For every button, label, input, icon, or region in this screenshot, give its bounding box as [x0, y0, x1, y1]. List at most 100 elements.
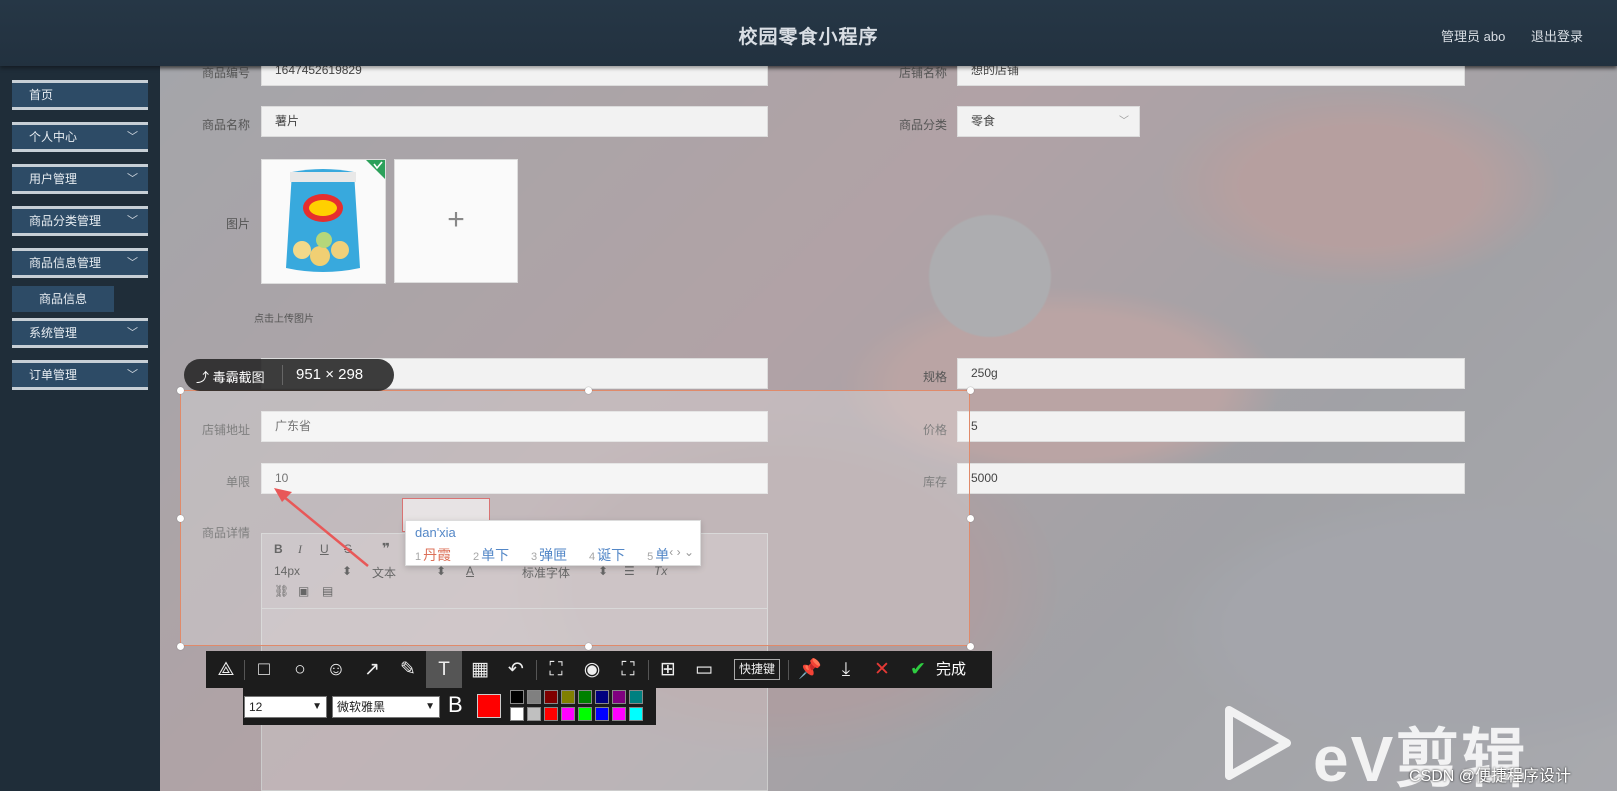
- divider: [244, 660, 245, 680]
- chips-bag-image: [286, 160, 385, 272]
- download-icon[interactable]: ⤓: [828, 651, 864, 688]
- bold-toggle[interactable]: B: [448, 692, 463, 718]
- spec-field[interactable]: 250g: [957, 358, 1465, 389]
- sidebar-item-order-management[interactable]: 订单管理 ﹀: [12, 360, 148, 390]
- shapes-icon[interactable]: ⟁: [208, 651, 244, 688]
- chevron-down-icon: ﹀: [1119, 116, 1129, 127]
- color-swatch[interactable]: [629, 707, 643, 721]
- sidebar-item-label: 商品分类管理: [29, 214, 102, 228]
- sidebar: 首页 个人中心 ﹀ 用户管理 ﹀ 商品分类管理 ﹀ 商品信息管理 ﹀ 商品信息 系统管理…: [0, 66, 160, 791]
- rectangle-icon[interactable]: □: [246, 651, 282, 688]
- resize-handle[interactable]: [585, 387, 592, 394]
- sidebar-item-personal-center[interactable]: 个人中心 ﹀: [12, 122, 148, 152]
- code-label: 商品编号: [201, 66, 250, 80]
- marker-icon[interactable]: ✎: [390, 651, 426, 688]
- resize-handle[interactable]: [177, 643, 184, 650]
- font-family-dropdown[interactable]: 微软雅黑 ▼: [332, 696, 440, 718]
- category-select-value: 零食: [971, 114, 996, 128]
- current-color-swatch[interactable]: [477, 694, 501, 718]
- color-swatch[interactable]: [561, 707, 575, 721]
- color-swatch[interactable]: [544, 707, 558, 721]
- color-swatch[interactable]: [510, 690, 524, 704]
- capture-toolbar: ⟁ □ ○ ☺ ↗ ✎ T ▦ ↶ ⛶ ◉ ⛶ ⊞ ▭ 快捷键 📌 ⤓ ✕ ✔ …: [206, 651, 992, 688]
- screenshot-selection[interactable]: [180, 390, 970, 646]
- sidebar-item-home[interactable]: 首页: [12, 80, 148, 110]
- ocr-icon[interactable]: ⛶: [538, 651, 574, 688]
- capture-brand-label: 毒霸截图: [212, 370, 265, 385]
- resize-handle[interactable]: [177, 387, 184, 394]
- admin-label: 管理员 abo: [1441, 29, 1506, 44]
- divider: [536, 660, 537, 680]
- color-swatch[interactable]: [595, 690, 609, 704]
- font-family-value: 微软雅黑: [337, 700, 386, 714]
- sidebar-item-label: 个人中心: [29, 130, 78, 144]
- category-select[interactable]: 零食 ﹀: [957, 106, 1140, 137]
- shop-name-label: 店铺名称: [898, 66, 947, 80]
- sidebar-item-label: 首页: [29, 88, 54, 102]
- resize-handle[interactable]: [177, 515, 184, 522]
- resize-handle[interactable]: [585, 643, 592, 650]
- image-label: 图片: [225, 217, 250, 231]
- color-swatch[interactable]: [595, 707, 609, 721]
- color-swatch[interactable]: [561, 690, 575, 704]
- text-tool-icon[interactable]: T: [426, 651, 462, 688]
- upload-hint: 点击上传图片: [254, 314, 314, 325]
- done-button[interactable]: 完成: [936, 651, 994, 688]
- ellipse-icon[interactable]: ○: [282, 651, 318, 688]
- resize-handle[interactable]: [967, 643, 974, 650]
- product-name-field[interactable]: 薯片: [261, 106, 768, 137]
- shortcut-button[interactable]: 快捷键: [734, 659, 781, 680]
- color-swatch[interactable]: [612, 707, 626, 721]
- chevron-down-icon: ﹀: [127, 131, 138, 143]
- sidebar-item-label: 系统管理: [29, 326, 78, 340]
- capture-dimensions: 951 × 298: [296, 366, 364, 383]
- color-swatch[interactable]: [578, 707, 592, 721]
- pin-icon[interactable]: 📌: [792, 651, 828, 688]
- sidebar-item-system-management[interactable]: 系统管理 ﹀: [12, 318, 148, 348]
- chevron-down-icon: ﹀: [127, 369, 138, 381]
- check-icon[interactable]: ✔: [900, 651, 936, 688]
- spec-label: 规格: [922, 370, 947, 384]
- color-swatch[interactable]: [544, 690, 558, 704]
- add-icon[interactable]: ⊞: [650, 651, 686, 688]
- stock-field[interactable]: 5000: [957, 463, 1465, 494]
- upload-image-button[interactable]: +: [394, 159, 518, 283]
- color-swatch[interactable]: [612, 690, 626, 704]
- sidebar-item-label: 商品信息管理: [29, 256, 102, 270]
- record-icon[interactable]: ◉: [574, 651, 610, 688]
- color-swatch[interactable]: [510, 707, 524, 721]
- font-size-dropdown[interactable]: 12 ▼: [244, 696, 327, 718]
- chevron-down-icon: ﹀: [127, 173, 138, 185]
- sidebar-item-user-management[interactable]: 用户管理 ﹀: [12, 164, 148, 194]
- logout-link[interactable]: 退出登录: [1531, 26, 1583, 45]
- capture-size-badge: ⤴ 毒霸截图 951 × 298: [184, 359, 394, 391]
- scroll-capture-icon[interactable]: ⛶: [610, 651, 646, 688]
- emoji-icon[interactable]: ☺: [318, 651, 354, 688]
- product-image-thumb[interactable]: [261, 159, 386, 284]
- plus-icon: +: [447, 203, 465, 236]
- sidebar-item-label: 用户管理: [29, 172, 78, 186]
- resize-handle[interactable]: [967, 515, 974, 522]
- sidebar-item-category-management[interactable]: 商品分类管理 ﹀: [12, 206, 148, 236]
- comment-icon[interactable]: ▭: [686, 651, 722, 688]
- sidebar-item-product-management[interactable]: 商品信息管理 ﹀: [12, 248, 148, 278]
- top-header-cover: 校园零食小程序 管理员 abo 退出登录: [0, 0, 1617, 66]
- csdn-watermark: CSDN @便捷程序设计: [1409, 768, 1572, 785]
- sidebar-subitem-product-info[interactable]: 商品信息: [12, 286, 114, 312]
- price-field[interactable]: 5: [957, 411, 1465, 442]
- undo-icon[interactable]: ↶: [498, 651, 534, 688]
- color-swatch[interactable]: [629, 690, 643, 704]
- color-swatch[interactable]: [527, 707, 541, 721]
- resize-handle[interactable]: [967, 387, 974, 394]
- text-options-bar: 12 ▼ 微软雅黑 ▼ B: [243, 688, 656, 725]
- arrow-icon[interactable]: ↗: [354, 651, 390, 688]
- color-swatch[interactable]: [578, 690, 592, 704]
- category-label: 商品分类: [898, 118, 947, 132]
- mosaic-icon[interactable]: ▦: [462, 651, 498, 688]
- font-size-value: 12: [249, 700, 263, 714]
- close-icon[interactable]: ✕: [864, 651, 900, 688]
- product-name-label: 商品名称: [201, 118, 250, 132]
- color-swatch[interactable]: [527, 690, 541, 704]
- divider: [282, 365, 283, 385]
- app-title: 校园零食小程序: [738, 27, 879, 48]
